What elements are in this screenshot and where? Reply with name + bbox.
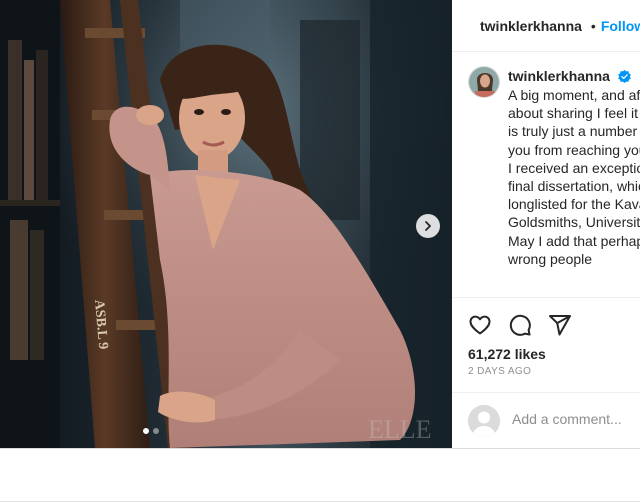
header-username[interactable]: twinklerkhanna — [480, 18, 582, 34]
comment-section — [452, 392, 640, 448]
carousel-dot — [153, 428, 159, 434]
caption-author-line: twinklerkhanna 2d — [508, 68, 640, 84]
caption-text: A big moment, and after being hesitant a… — [508, 87, 640, 267]
chevron-right-icon — [425, 221, 431, 231]
post-photo: ASB.L 9 ELLE — [0, 0, 452, 448]
commenter-avatar — [468, 405, 500, 437]
instagram-post-page: ASB.L 9 ELLE twinklerkhanna • Follow twi… — [0, 0, 640, 503]
verified-badge-icon — [617, 70, 631, 83]
follow-button[interactable]: Follow — [601, 18, 640, 34]
comment-input[interactable] — [512, 411, 640, 427]
like-button[interactable] — [468, 313, 492, 337]
header-separator: • — [590, 17, 596, 34]
avatar-image — [469, 67, 499, 97]
comment-button[interactable] — [508, 313, 532, 337]
action-bar: 61,272 likes 2 DAYS AGO — [452, 297, 640, 377]
likes-count[interactable]: 61,272 likes — [468, 346, 546, 362]
action-icons — [468, 313, 572, 337]
post-sidebar: twinklerkhanna • Follow twinklerkhanna A… — [452, 0, 640, 448]
caption-username[interactable]: twinklerkhanna — [508, 68, 610, 84]
svg-text:ELLE: ELLE — [368, 415, 432, 444]
share-icon — [549, 315, 571, 336]
posted-time: 2 DAYS AGO — [468, 366, 532, 377]
default-avatar-icon — [468, 405, 500, 437]
share-button[interactable] — [548, 313, 572, 337]
post-media[interactable]: ASB.L 9 ELLE — [0, 0, 452, 448]
heart-icon — [469, 315, 491, 335]
comment-icon — [509, 314, 531, 336]
divider — [0, 501, 640, 502]
carousel-indicator — [143, 428, 159, 434]
carousel-dot-active — [143, 428, 149, 434]
caption-section: twinklerkhanna 2d A big moment, and afte… — [452, 52, 640, 297]
next-slide-button[interactable] — [416, 214, 440, 238]
divider — [0, 448, 640, 449]
post-header: twinklerkhanna • Follow — [452, 0, 640, 52]
avatar[interactable] — [468, 66, 500, 98]
